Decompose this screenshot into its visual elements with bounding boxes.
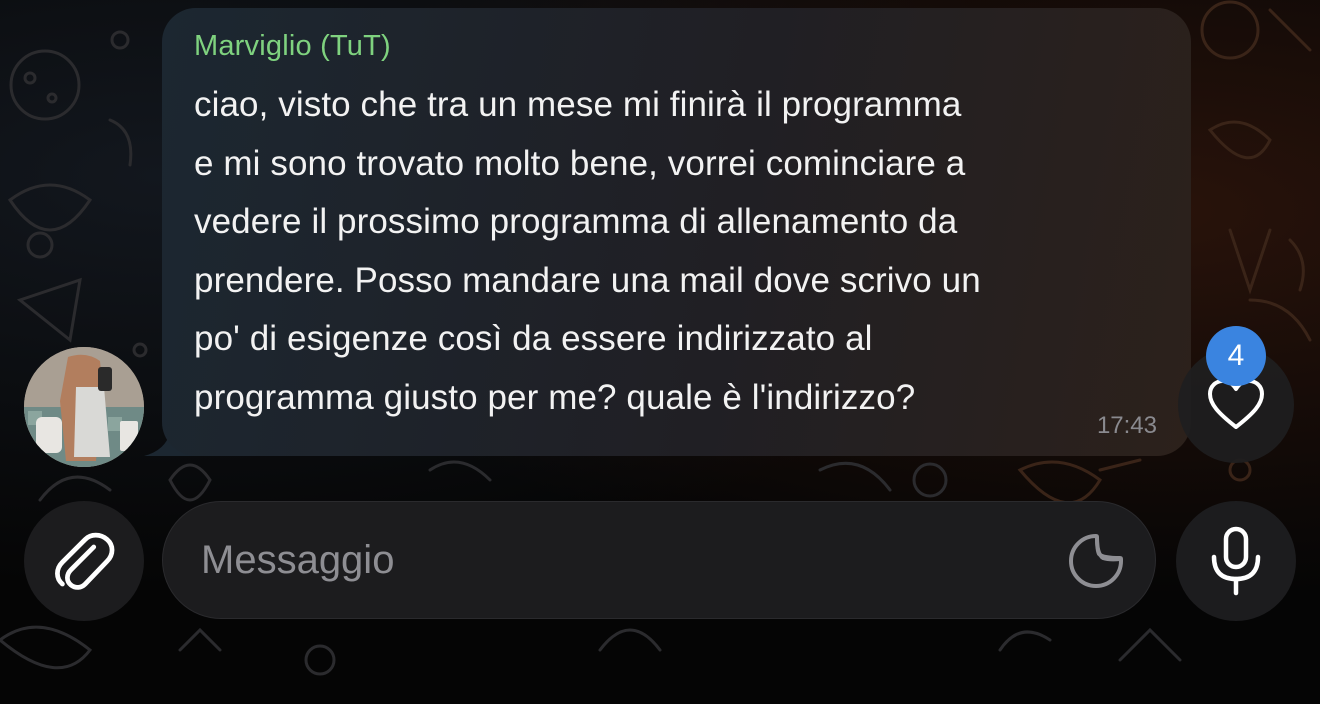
microphone-icon (1211, 526, 1261, 596)
attach-button[interactable] (24, 501, 144, 621)
sticker-icon (1069, 534, 1123, 588)
reaction-count-badge: 4 (1206, 326, 1266, 386)
message-line: e mi sono trovato molto bene, vorrei com… (194, 143, 966, 183)
microphone-button[interactable] (1176, 501, 1296, 621)
message-text: ciao, visto che tra un mese mi finirà il… (194, 76, 1184, 427)
message-bubble[interactable]: Marviglio (TuT) ciao, visto che tra un m… (162, 8, 1191, 456)
message-input-placeholder: Messaggio (201, 538, 395, 582)
message-input[interactable]: Messaggio (162, 501, 1156, 619)
paperclip-icon (55, 532, 115, 590)
sender-avatar[interactable] (24, 347, 144, 467)
message-line: po' di esigenze così da essere indirizza… (194, 319, 873, 358)
message-line: prendere. Posso mandare una mail dove sc… (194, 260, 981, 300)
avatar-photo (24, 347, 144, 467)
message-timestamp: 17:43 (1096, 412, 1157, 439)
sender-name[interactable]: Marviglio (TuT) (194, 30, 391, 63)
message-line: programma giusto per me? quale è l'indir… (194, 377, 916, 417)
sticker-button[interactable] (1067, 532, 1125, 590)
message-line: ciao, visto che tra un mese mi finirà il… (194, 85, 962, 124)
message-line: vedere il prossimo programma di allename… (194, 202, 958, 241)
